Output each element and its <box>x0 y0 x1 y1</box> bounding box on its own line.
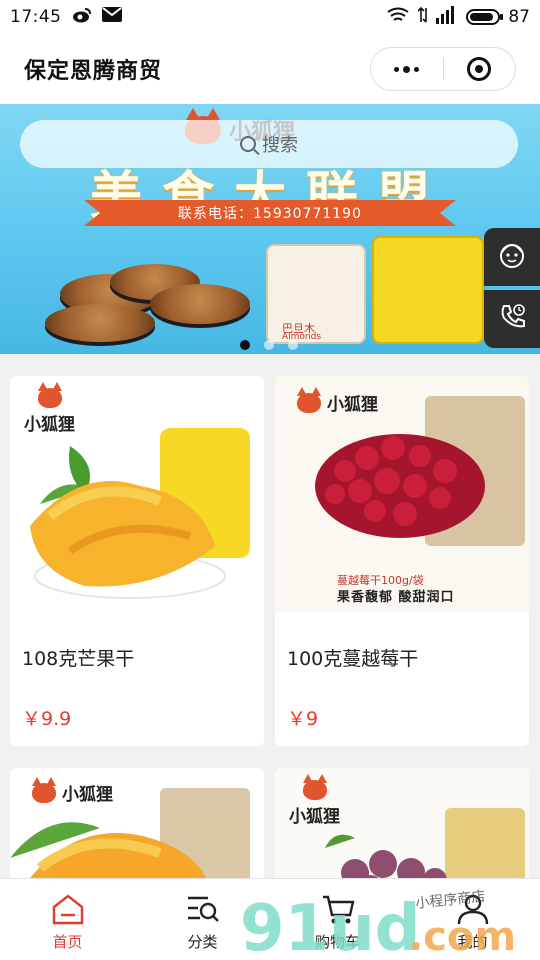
status-time: 17:45 <box>10 7 62 27</box>
signal-icon <box>436 5 458 29</box>
mail-icon <box>101 7 122 27</box>
status-bar: 17:45 87 <box>0 0 540 34</box>
battery-icon <box>466 9 504 25</box>
tab-cart[interactable]: 购物车 <box>270 879 405 960</box>
tab-label: 首页 <box>52 933 83 951</box>
user-icon <box>455 891 491 927</box>
bottom-tab-bar: 首页 分类 购物车 我的 <box>0 878 540 960</box>
close-mini-program-button[interactable] <box>444 48 516 90</box>
header: 保定恩腾商贸 <box>0 34 540 104</box>
more-dots-icon <box>394 65 420 73</box>
more-button[interactable] <box>371 48 443 90</box>
battery-percent: 87 <box>508 7 530 27</box>
product-card[interactable]: 小狐狸 108克芒果干 ￥9.9 <box>10 376 264 746</box>
carousel-dot[interactable] <box>264 340 274 350</box>
tab-label: 购物车 <box>314 933 360 951</box>
search-bar[interactable]: 搜索 <box>20 120 518 168</box>
search-placeholder: 搜索 <box>262 135 298 156</box>
page-title: 保定恩腾商贸 <box>24 59 163 84</box>
product-image: 小狐狸 蔓越莓干100g/袋 果香馥郁 酸甜润口 <box>275 376 529 612</box>
carousel-dot[interactable] <box>240 340 250 350</box>
category-search-icon <box>185 891 221 927</box>
search-icon <box>240 136 256 152</box>
phone-icon <box>495 300 529 338</box>
data-arrows-icon <box>417 6 428 29</box>
almond-package-image <box>266 244 366 344</box>
cart-icon <box>320 891 356 927</box>
product-name: 108克芒果干 <box>22 648 135 670</box>
carousel-dot[interactable] <box>288 340 298 350</box>
product-card[interactable]: 小狐狸 蔓越莓干100g/袋 果香馥郁 酸甜润口 100克蔓越莓干 ￥9 <box>275 376 529 746</box>
product-name: 100克蔓越莓干 <box>287 648 419 670</box>
tab-home[interactable]: 首页 <box>0 879 135 960</box>
product-slogan: 果香馥郁 酸甜润口 <box>337 590 455 605</box>
weibo-icon <box>72 7 92 28</box>
tab-label: 我的 <box>457 933 488 951</box>
tab-label: 分类 <box>187 933 218 951</box>
target-icon <box>467 57 492 81</box>
nut-plate-image <box>45 304 155 342</box>
product-price: ￥9.9 <box>22 708 72 730</box>
tab-category[interactable]: 分类 <box>135 879 270 960</box>
banner-contact: 联系电话：15930771190 <box>84 200 456 226</box>
carousel-indicator <box>240 340 298 350</box>
snack-package-image <box>372 236 484 344</box>
product-price: ￥9 <box>287 708 319 730</box>
wifi-icon <box>386 7 410 28</box>
product-image: 小狐狸 <box>10 376 264 612</box>
customer-service-icon <box>495 238 529 276</box>
customer-service-button[interactable] <box>484 228 540 286</box>
phone-call-button[interactable] <box>484 290 540 348</box>
mini-program-capsule <box>370 47 516 91</box>
tab-profile[interactable]: 我的 <box>405 879 540 960</box>
nut-plate-image <box>150 284 250 324</box>
home-icon <box>50 891 86 927</box>
